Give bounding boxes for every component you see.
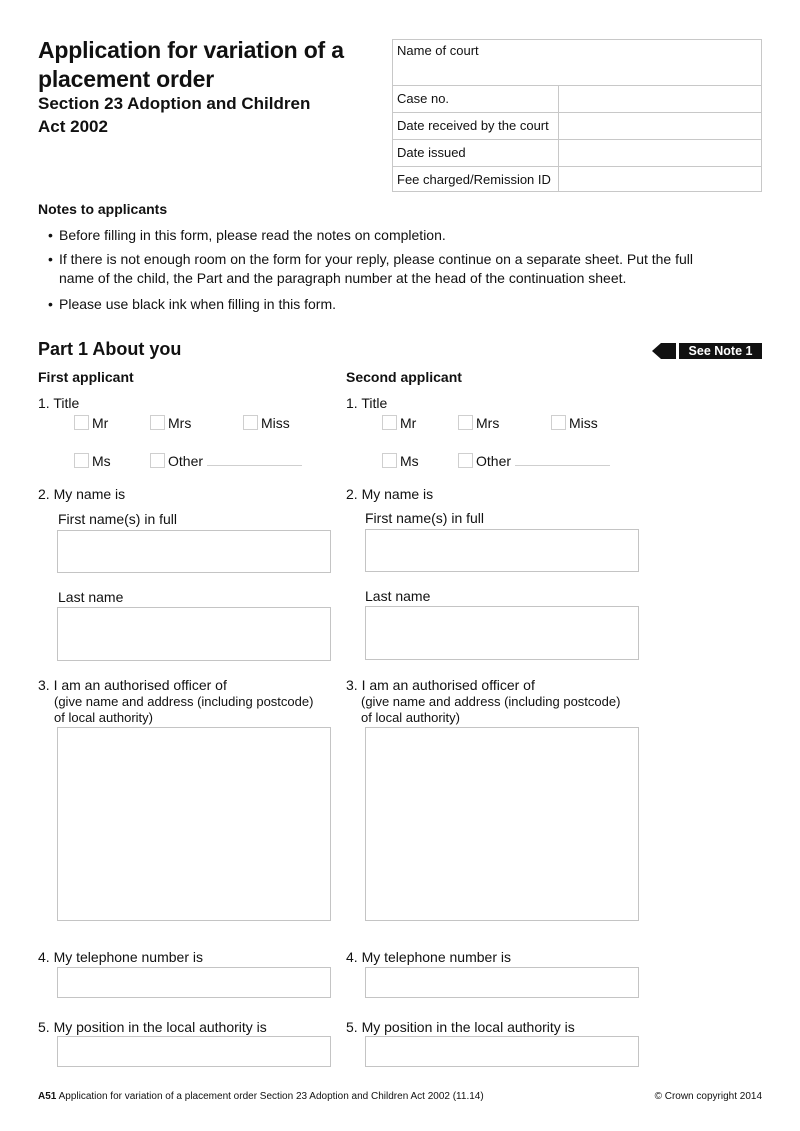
q2-name-label: 2. My name is xyxy=(346,486,434,502)
first-name-input[interactable] xyxy=(365,529,639,572)
checkbox-mr[interactable] xyxy=(382,415,397,430)
bullet: • xyxy=(48,296,53,312)
option-label: Ms xyxy=(400,453,419,469)
date-issued-field[interactable] xyxy=(558,140,761,166)
form-title: Application for variation of a placement… xyxy=(38,37,344,92)
form-subtitle: Section 23 Adoption and Children Act 200… xyxy=(38,94,311,136)
option-label: Mrs xyxy=(168,415,192,431)
fee-field[interactable] xyxy=(558,167,761,192)
checkbox-mr[interactable] xyxy=(74,415,89,430)
footer-copyright: © Crown copyright 2014 xyxy=(654,1091,762,1102)
telephone-input[interactable] xyxy=(57,967,331,998)
position-input[interactable] xyxy=(365,1036,639,1067)
last-name-label: Last name xyxy=(365,588,431,604)
note-item: • Before filling in this form, please rea… xyxy=(48,226,748,245)
form-description: Application for variation of a placement… xyxy=(56,1091,484,1102)
name-of-court-label: Name of court xyxy=(397,43,479,58)
checkbox-mrs[interactable] xyxy=(458,415,473,430)
footer-form-reference: A51 Application for variation of a place… xyxy=(38,1091,484,1102)
court-row-date-issued: Date issued xyxy=(393,139,761,166)
note-text: Please use black ink when filling in thi… xyxy=(59,296,337,312)
bullet: • xyxy=(48,251,53,267)
case-no-field[interactable] xyxy=(558,86,761,112)
q3-authority-label: 3. I am an authorised officer of xyxy=(346,677,535,693)
q3-authority-label: 3. I am an authorised officer of xyxy=(38,677,227,693)
court-row-date-received: Date received by the court xyxy=(393,112,761,139)
date-issued-label: Date issued xyxy=(397,145,466,160)
first-name-label: First name(s) in full xyxy=(365,510,485,526)
court-row-fee: Fee charged/Remission ID xyxy=(393,166,761,192)
q3-hint: (give name and address (including postco… xyxy=(54,694,314,709)
first-name-label: First name(s) in full xyxy=(58,511,178,527)
option-label: Mrs xyxy=(476,415,500,431)
see-note-label: See Note 1 xyxy=(679,343,762,359)
first-applicant-heading: First applicant xyxy=(38,369,134,385)
last-name-input[interactable] xyxy=(57,607,331,661)
other-title-input[interactable] xyxy=(515,465,610,466)
q5-position-label: 5. My position in the local authority is xyxy=(346,1019,575,1035)
option-label: Ms xyxy=(92,453,111,469)
checkbox-other[interactable] xyxy=(150,453,165,468)
checkbox-mrs[interactable] xyxy=(150,415,165,430)
option-label: Mr xyxy=(400,415,417,431)
note-text-continued: name of the child, the Part and the para… xyxy=(59,270,627,286)
option-label: Other xyxy=(476,453,512,469)
q5-position-label: 5. My position in the local authority is xyxy=(38,1019,267,1035)
telephone-input[interactable] xyxy=(365,967,639,998)
note-text: Before filling in this form, please read… xyxy=(59,227,446,243)
checkbox-miss[interactable] xyxy=(551,415,566,430)
last-name-input[interactable] xyxy=(365,606,639,660)
option-label: Mr xyxy=(92,415,109,431)
form-code: A51 xyxy=(38,1091,57,1102)
q3-hint: of local authority) xyxy=(361,710,460,725)
authority-address-input[interactable] xyxy=(365,727,639,921)
first-name-input[interactable] xyxy=(57,530,331,573)
q3-hint: (give name and address (including postco… xyxy=(361,694,621,709)
note-item: • If there is not enough room on the form… xyxy=(48,250,748,288)
second-applicant-heading: Second applicant xyxy=(346,369,462,385)
checkbox-miss[interactable] xyxy=(243,415,258,430)
date-received-field[interactable] xyxy=(558,113,761,139)
q1-title-label: 1. Title xyxy=(346,395,388,411)
q2-name-label: 2. My name is xyxy=(38,486,126,502)
last-name-label: Last name xyxy=(58,589,124,605)
court-use-box: Name of court Case no. Date received by … xyxy=(392,39,762,192)
option-label: Miss xyxy=(261,415,290,431)
q4-telephone-label: 4. My telephone number is xyxy=(346,949,511,965)
note-text: If there is not enough room on the form … xyxy=(59,251,694,267)
option-label: Other xyxy=(168,453,204,469)
other-title-input[interactable] xyxy=(207,465,302,466)
fee-label: Fee charged/Remission ID xyxy=(397,172,551,187)
checkbox-other[interactable] xyxy=(458,453,473,468)
q4-telephone-label: 4. My telephone number is xyxy=(38,949,203,965)
case-no-label: Case no. xyxy=(397,91,450,106)
arrow-left-icon xyxy=(652,343,676,359)
option-label: Miss xyxy=(569,415,598,431)
authority-address-input[interactable] xyxy=(57,727,331,921)
note-item: • Please use black ink when filling in th… xyxy=(48,295,748,314)
part1-heading: Part 1 About you xyxy=(38,339,182,359)
q3-hint: of local authority) xyxy=(54,710,153,725)
court-row-case-no: Case no. xyxy=(393,85,761,112)
bullet: • xyxy=(48,227,53,243)
q1-title-label: 1. Title xyxy=(38,395,80,411)
position-input[interactable] xyxy=(57,1036,331,1067)
notes-heading: Notes to applicants xyxy=(38,201,168,217)
see-note-1-link[interactable]: See Note 1 xyxy=(652,343,762,359)
checkbox-ms[interactable] xyxy=(74,453,89,468)
date-received-label: Date received by the court xyxy=(397,118,549,133)
checkbox-ms[interactable] xyxy=(382,453,397,468)
